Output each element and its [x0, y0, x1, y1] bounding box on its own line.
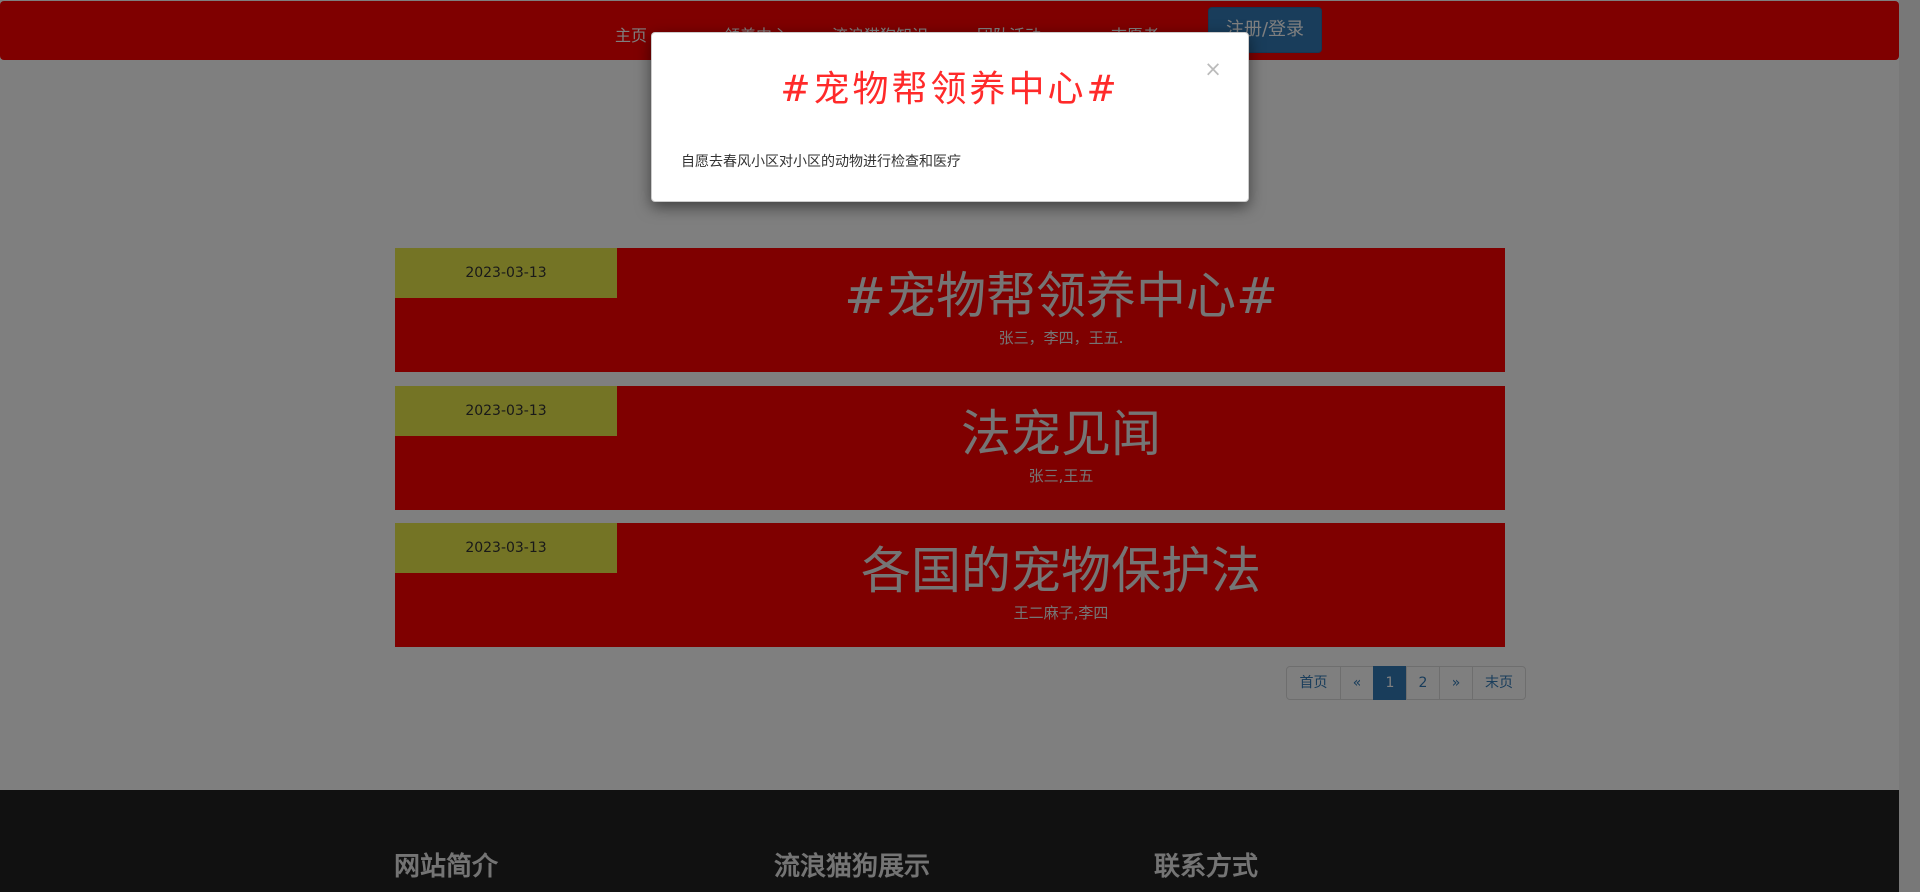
activity-modal: #宠物帮领养中心# × 自愿去春风小区对小区的动物进行检查和医疗	[651, 32, 1249, 202]
modal-title: #宠物帮领养中心#	[780, 69, 1120, 110]
modal-body-text: 自愿去春风小区对小区的动物进行检查和医疗	[681, 154, 961, 170]
close-icon[interactable]: ×	[1203, 59, 1223, 80]
